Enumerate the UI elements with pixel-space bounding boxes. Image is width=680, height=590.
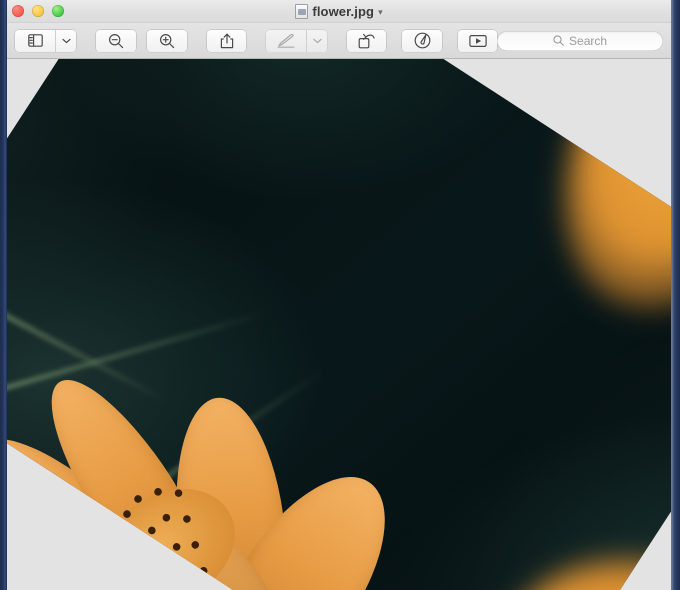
rotate-group: [346, 29, 387, 52]
zoom-out-icon: [108, 33, 124, 48]
annotate-circle-icon: [414, 32, 431, 49]
background-flower-blurred: [510, 59, 671, 352]
zoom-button[interactable]: [52, 5, 64, 17]
search-input[interactable]: Search: [497, 30, 664, 51]
sidebar-icon: [27, 34, 43, 47]
window-title-block: flower.jpg ▾: [7, 0, 671, 22]
search-icon: [553, 35, 564, 46]
preview-window: flower.jpg ▾ Search: [7, 0, 671, 590]
zoom-group: [96, 29, 136, 52]
window-title: flower.jpg: [312, 3, 375, 19]
photo-rotated[interactable]: wedit: [7, 59, 671, 590]
close-button[interactable]: [12, 5, 24, 17]
share-group: [206, 29, 247, 52]
markup-group: [265, 29, 328, 52]
slideshow-group: [457, 29, 498, 52]
image-canvas[interactable]: wedit: [7, 59, 671, 590]
sidebar-chevron-button[interactable]: [55, 29, 76, 52]
zoom-in-button[interactable]: [147, 30, 187, 52]
search-placeholder: Search: [569, 33, 608, 48]
zoom-in-icon: [160, 33, 175, 48]
minimize-button[interactable]: [32, 5, 44, 17]
play-rectangle-icon: [468, 34, 487, 47]
toolbar: Search: [7, 23, 671, 59]
chevron-down-icon: [62, 38, 71, 43]
zoom-in-group: [147, 29, 187, 52]
annotate-button[interactable]: [402, 30, 442, 52]
rotate-left-icon: [358, 33, 375, 48]
window-controls: [12, 5, 64, 17]
markup-pen-icon: [277, 33, 295, 48]
rotate-left-button[interactable]: [347, 30, 387, 52]
title-bar[interactable]: flower.jpg ▾: [7, 0, 671, 23]
chevron-down-icon: [313, 38, 322, 43]
document-icon: [295, 3, 309, 19]
markup-button[interactable]: [266, 30, 306, 52]
foliage-blob: [50, 59, 545, 202]
photo-content: wedit: [7, 59, 671, 590]
annotate-group: [402, 29, 442, 52]
slideshow-button[interactable]: [458, 30, 498, 52]
sidebar-button[interactable]: [15, 30, 55, 52]
markup-chevron-button[interactable]: [305, 29, 327, 52]
share-button[interactable]: [207, 30, 247, 52]
title-chevron-down-icon[interactable]: ▾: [378, 7, 383, 18]
photo-wrapper: wedit: [7, 59, 671, 590]
sidebar-group: [15, 29, 77, 52]
zoom-out-button[interactable]: [96, 30, 136, 52]
share-icon: [220, 33, 233, 48]
